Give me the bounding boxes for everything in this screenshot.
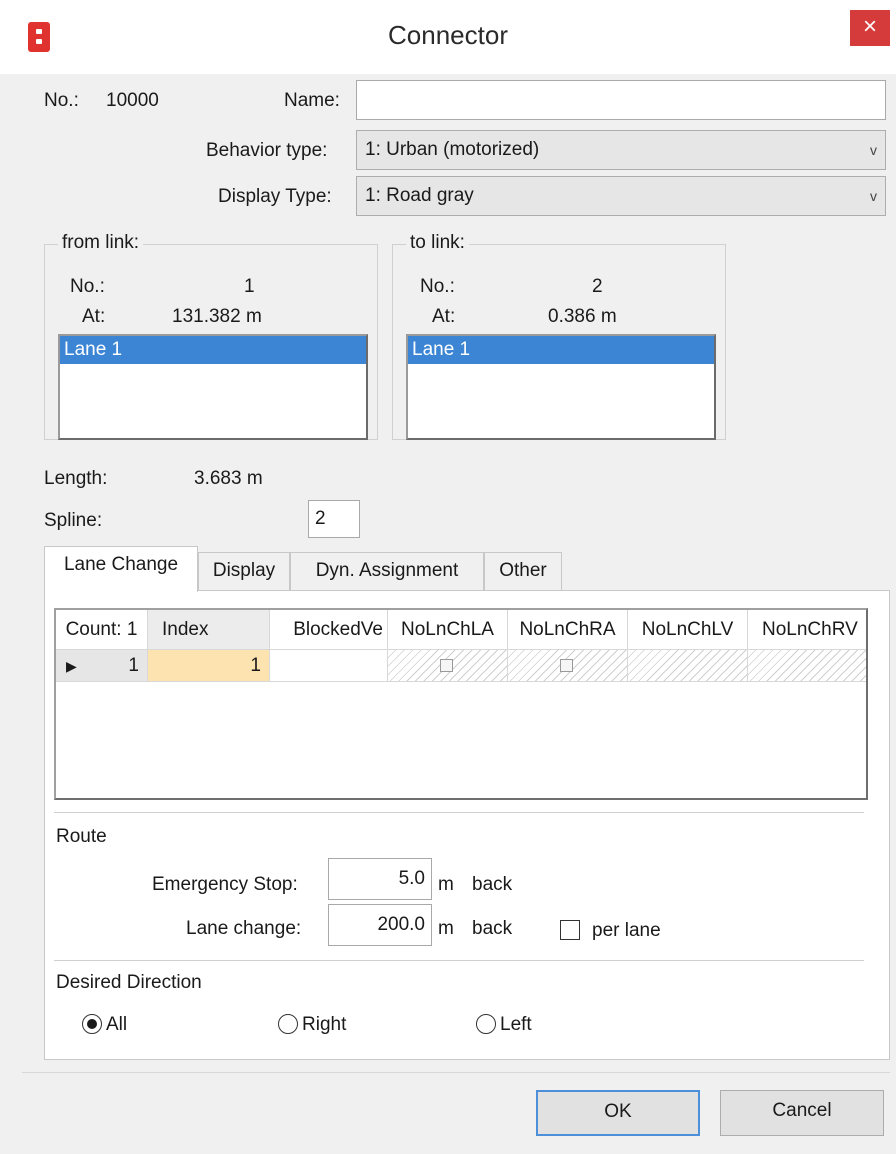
display-type-value: 1: Road gray bbox=[365, 185, 474, 206]
spline-field[interactable]: 2 bbox=[308, 500, 360, 538]
grid-header-nolnchla[interactable]: NoLnChLA bbox=[388, 610, 508, 650]
radio-left[interactable] bbox=[476, 1014, 496, 1034]
route-title: Route bbox=[56, 826, 107, 847]
ok-button[interactable]: OK bbox=[536, 1090, 700, 1136]
grid-header-index[interactable]: Index bbox=[148, 610, 270, 650]
grid-header-blockedve[interactable]: BlockedVe bbox=[270, 610, 388, 650]
close-button[interactable]: × bbox=[850, 10, 890, 46]
emergency-stop-back: back bbox=[472, 874, 513, 895]
to-link-title: to link: bbox=[406, 232, 469, 254]
display-type-label: Display Type: bbox=[218, 186, 332, 207]
from-link-at-label: At: bbox=[82, 306, 106, 327]
tab-other[interactable]: Other bbox=[484, 552, 562, 592]
checkbox-icon bbox=[560, 659, 573, 672]
chevron-down-icon: v bbox=[870, 142, 877, 158]
grid-cell-blockedve[interactable] bbox=[270, 650, 388, 682]
to-link-no-label: No.: bbox=[420, 276, 455, 297]
radio-right[interactable] bbox=[278, 1014, 298, 1034]
lane-change-unit: m bbox=[438, 918, 454, 939]
tab-display[interactable]: Display bbox=[198, 552, 290, 592]
cancel-button[interactable]: Cancel bbox=[720, 1090, 884, 1136]
grid-header-nolnchra[interactable]: NoLnChRA bbox=[508, 610, 628, 650]
from-link-at-value: 131.382 m bbox=[172, 306, 262, 327]
lane-change-field[interactable]: 200.0 bbox=[328, 904, 432, 946]
grid-cell-index[interactable]: 1 bbox=[148, 650, 270, 682]
divider bbox=[54, 812, 864, 813]
list-item[interactable]: Lane 1 bbox=[60, 336, 366, 364]
row-marker-icon: ▶ bbox=[66, 658, 77, 674]
radio-right-label[interactable]: Right bbox=[302, 1014, 346, 1036]
name-label: Name: bbox=[284, 90, 340, 111]
radio-all-label[interactable]: All bbox=[106, 1014, 127, 1036]
divider bbox=[54, 960, 864, 961]
grid-cell-count: 1 bbox=[128, 655, 139, 676]
behavior-type-label: Behavior type: bbox=[206, 140, 328, 161]
per-lane-label[interactable]: per lane bbox=[592, 920, 661, 942]
grid-header-nolnchrv[interactable]: NoLnChRV bbox=[748, 610, 866, 650]
grid-cell-nolnchrv[interactable] bbox=[748, 650, 866, 682]
grid-header-nolnchlv[interactable]: NoLnChLV bbox=[628, 610, 748, 650]
lane-change-back: back bbox=[472, 918, 513, 939]
no-label: No.: bbox=[44, 90, 79, 111]
tab-lane-change[interactable]: Lane Change bbox=[44, 546, 198, 592]
to-link-at-value: 0.386 m bbox=[548, 306, 617, 327]
to-link-no-value: 2 bbox=[592, 276, 603, 297]
behavior-type-value: 1: Urban (motorized) bbox=[365, 139, 540, 160]
from-link-lane-list[interactable]: Lane 1 bbox=[58, 334, 368, 440]
display-type-select[interactable]: 1: Road gray v bbox=[356, 176, 886, 216]
tab-dyn-assignment[interactable]: Dyn. Assignment bbox=[290, 552, 484, 592]
list-item[interactable]: Lane 1 bbox=[408, 336, 714, 364]
footer-divider bbox=[22, 1072, 890, 1073]
per-lane-checkbox[interactable] bbox=[560, 920, 580, 940]
lane-change-label: Lane change: bbox=[186, 918, 302, 939]
to-link-lane-list[interactable]: Lane 1 bbox=[406, 334, 716, 440]
to-link-at-label: At: bbox=[432, 306, 456, 327]
grid-cell-nolnchla[interactable] bbox=[388, 650, 508, 682]
emergency-stop-label: Emergency Stop: bbox=[152, 874, 298, 895]
grid-header-count[interactable]: Count: 1 bbox=[56, 610, 148, 650]
title-bar: Connector × bbox=[0, 0, 896, 74]
grid-row-header[interactable]: ▶ 1 bbox=[56, 650, 148, 682]
grid-cell-nolnchra[interactable] bbox=[508, 650, 628, 682]
emergency-stop-unit: m bbox=[438, 874, 454, 895]
desired-direction-title: Desired Direction bbox=[56, 972, 202, 993]
from-link-no-value: 1 bbox=[244, 276, 255, 297]
grid-cell-nolnchlv[interactable] bbox=[628, 650, 748, 682]
radio-left-label[interactable]: Left bbox=[500, 1014, 532, 1036]
window-title: Connector bbox=[388, 20, 508, 50]
behavior-type-select[interactable]: 1: Urban (motorized) v bbox=[356, 130, 886, 170]
lane-change-grid[interactable]: Count: 1 Index BlockedVe NoLnChLA NoLnCh… bbox=[54, 608, 868, 800]
emergency-stop-field[interactable]: 5.0 bbox=[328, 858, 432, 900]
chevron-down-icon: v bbox=[870, 188, 877, 204]
from-link-no-label: No.: bbox=[70, 276, 105, 297]
spline-label: Spline: bbox=[44, 510, 103, 531]
checkbox-icon bbox=[440, 659, 453, 672]
radio-all[interactable] bbox=[82, 1014, 102, 1034]
from-link-title: from link: bbox=[58, 232, 144, 254]
no-value: 10000 bbox=[106, 90, 159, 111]
name-field[interactable] bbox=[356, 80, 886, 120]
length-label: Length: bbox=[44, 468, 108, 489]
length-value: 3.683 m bbox=[194, 468, 263, 489]
